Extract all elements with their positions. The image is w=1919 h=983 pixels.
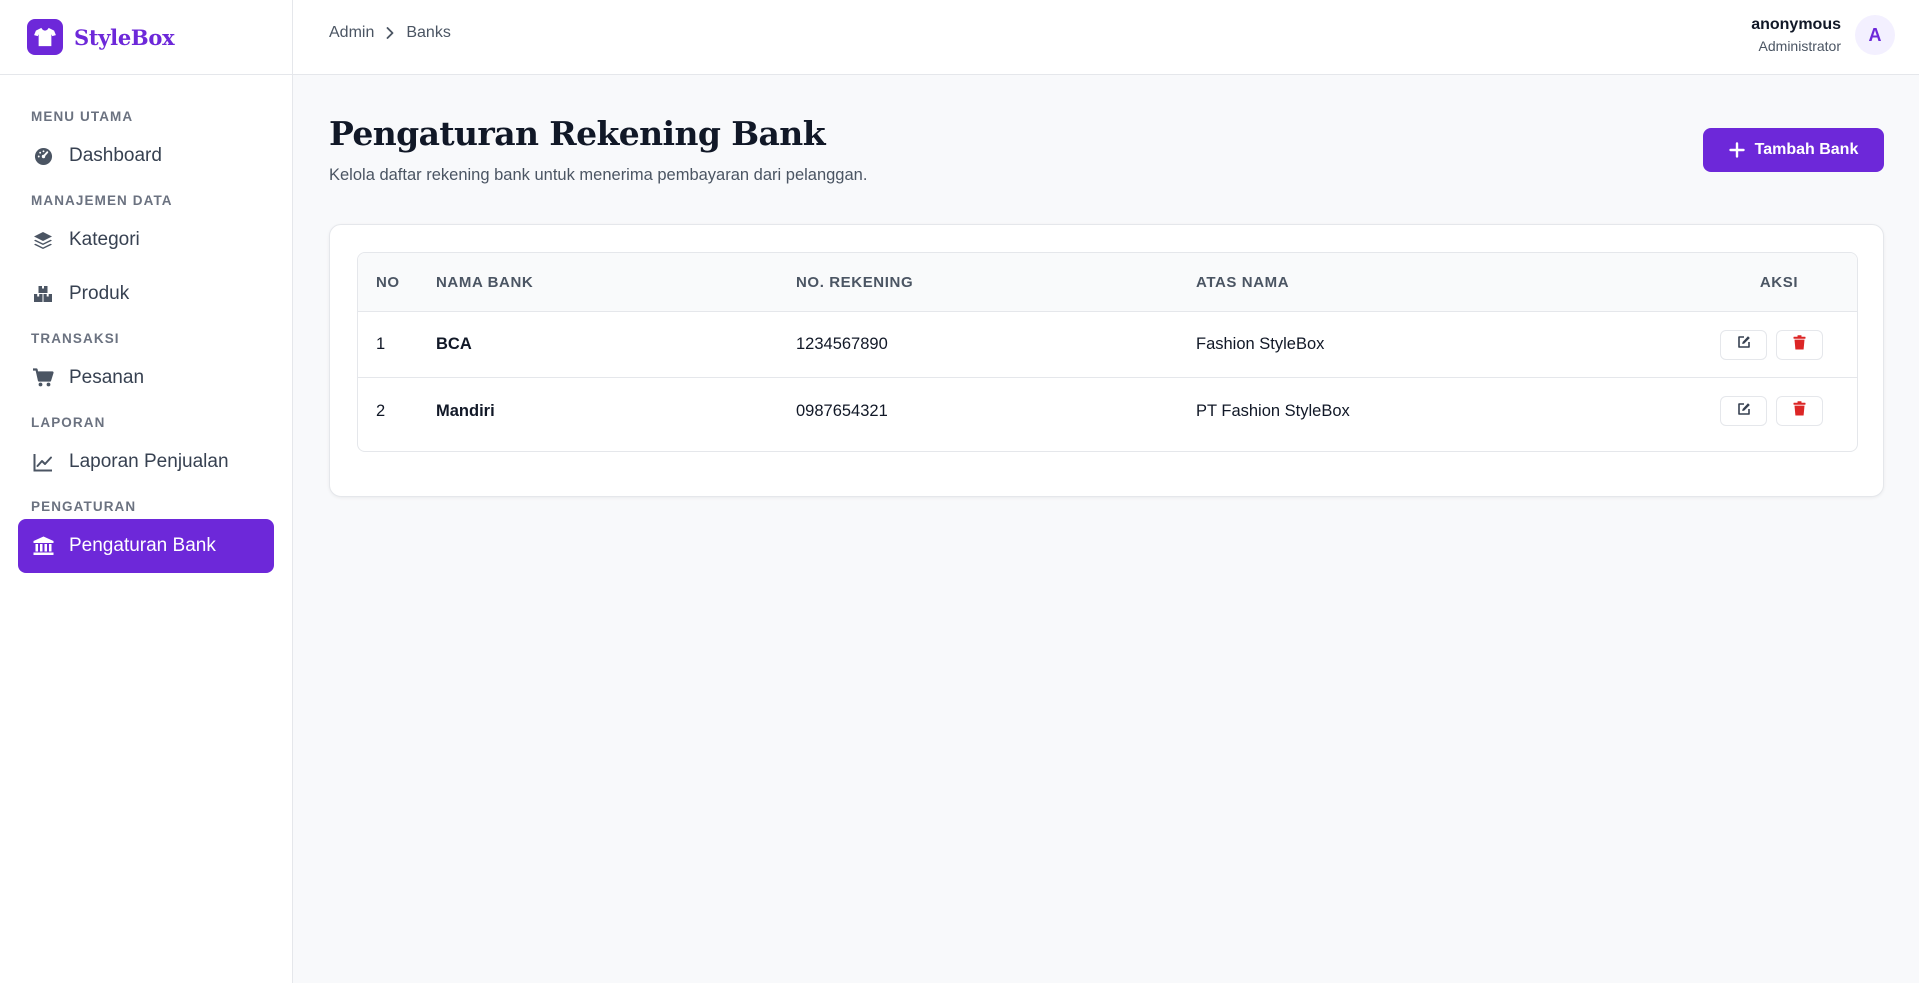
nav-heading: MENU UTAMA xyxy=(31,109,134,124)
delete-button[interactable] xyxy=(1776,329,1823,360)
sidebar-item-label: Laporan Penjualan xyxy=(69,451,229,472)
bank-icon xyxy=(32,535,54,557)
nav-section-laporan: LAPORAN Laporan Penjualan xyxy=(0,411,292,489)
sidebar-item-label: Dashboard xyxy=(69,145,162,166)
row-bank-name: BCA xyxy=(436,335,472,353)
nav-heading: TRANSAKSI xyxy=(31,331,120,346)
plus-icon xyxy=(1728,142,1745,158)
sidebar-item-kategori[interactable]: Kategori xyxy=(18,213,274,267)
edit-button[interactable] xyxy=(1720,396,1767,426)
gauge-icon xyxy=(32,145,54,167)
header-no: NO xyxy=(376,273,400,291)
row-actions xyxy=(1720,329,1832,360)
edit-icon xyxy=(1737,402,1751,421)
user-info: anonymous Administrator xyxy=(1751,16,1841,54)
sidebar-item-label: Pesanan xyxy=(69,367,145,388)
table-header: NO NAMA BANK NO. REKENING ATAS NAMA AKSI xyxy=(358,253,1857,312)
brand[interactable]: StyleBox xyxy=(0,0,292,75)
sidebar-item-pesanan[interactable]: Pesanan xyxy=(18,351,274,405)
row-bank-name: Mandiri xyxy=(436,401,495,420)
cart-icon xyxy=(32,367,54,389)
nav-section-transaksi: TRANSAKSI Pesanan xyxy=(0,327,292,405)
trash-icon xyxy=(1793,401,1806,421)
header-atas-nama: ATAS NAMA xyxy=(1196,273,1290,291)
layers-icon xyxy=(32,229,54,251)
sidebar-item-laporan-penjualan[interactable]: Laporan Penjualan xyxy=(18,435,274,489)
sidebar-item-label: Produk xyxy=(69,283,130,304)
tshirt-icon xyxy=(27,19,63,55)
breadcrumb-item-banks: Banks xyxy=(406,24,451,41)
breadcrumb-item-admin[interactable]: Admin xyxy=(329,24,374,42)
sidebar-item-label: Pengaturan Bank xyxy=(69,535,216,556)
trash-icon xyxy=(1793,334,1806,355)
user-role: Administrator xyxy=(1758,38,1841,54)
nav-section-pengaturan: PENGATURAN Pengaturan Bank xyxy=(0,495,292,573)
line-chart-icon xyxy=(32,451,54,473)
header-aksi: AKSI xyxy=(1759,273,1799,291)
header-nama-bank: NAMA BANK xyxy=(436,273,534,291)
breadcrumb: Admin Banks xyxy=(329,24,451,42)
row-account-owner: Fashion StyleBox xyxy=(1196,335,1325,353)
header-no-rekening: NO. REKENING xyxy=(796,273,914,291)
boxes-icon xyxy=(32,283,54,305)
add-bank-label: Tambah Bank xyxy=(1754,141,1859,158)
table-row: 2 Mandiri 0987654321 PT Fashion StyleBox xyxy=(358,378,1857,444)
sidebar-item-pengaturan-bank[interactable]: Pengaturan Bank xyxy=(18,519,274,573)
avatar[interactable]: A xyxy=(1855,15,1895,55)
row-no: 1 xyxy=(376,335,386,353)
brand-name: StyleBox xyxy=(74,24,175,50)
user-name: anonymous xyxy=(1751,16,1841,33)
row-actions xyxy=(1720,396,1832,426)
nav-heading: LAPORAN xyxy=(31,415,106,430)
nav-section-menu-utama: MENU UTAMA Dashboard xyxy=(0,105,292,183)
nav-heading: MANAJEMEN DATA xyxy=(31,193,173,208)
edit-button[interactable] xyxy=(1720,329,1767,360)
sidebar-item-dashboard[interactable]: Dashboard xyxy=(18,129,274,183)
row-account-number: 0987654321 xyxy=(796,401,888,420)
user-menu[interactable]: anonymous Administrator A xyxy=(1751,15,1895,55)
page-subtitle: Kelola daftar rekening bank untuk meneri… xyxy=(329,166,868,184)
sidebar-nav: MENU UTAMA Dashboard MANAJEMEN DATA Kate… xyxy=(0,75,292,573)
sidebar-item-label: Kategori xyxy=(69,229,140,250)
edit-icon xyxy=(1737,335,1751,354)
topbar: Admin Banks anonymous Administrator A xyxy=(293,0,1919,75)
delete-button[interactable] xyxy=(1776,396,1823,426)
row-no: 2 xyxy=(376,401,386,420)
page-title: Pengaturan Rekening Bank xyxy=(329,114,826,153)
bank-table-card: NO NAMA BANK NO. REKENING ATAS NAMA AKSI… xyxy=(329,224,1884,497)
row-account-number: 1234567890 xyxy=(796,335,888,353)
sidebar-item-produk[interactable]: Produk xyxy=(18,267,274,321)
bank-table: NO NAMA BANK NO. REKENING ATAS NAMA AKSI… xyxy=(357,252,1858,452)
sidebar: StyleBox MENU UTAMA Dashboard MANAJEMEN … xyxy=(0,0,293,983)
table-row: 1 BCA 1234567890 Fashion StyleBox xyxy=(358,312,1857,378)
nav-heading: PENGATURAN xyxy=(31,499,137,514)
nav-section-manajemen-data: MANAJEMEN DATA Kategori Produk xyxy=(0,189,292,321)
row-account-owner: PT Fashion StyleBox xyxy=(1196,401,1350,420)
add-bank-button[interactable]: Tambah Bank xyxy=(1703,128,1884,172)
chevron-right-icon xyxy=(386,27,394,39)
